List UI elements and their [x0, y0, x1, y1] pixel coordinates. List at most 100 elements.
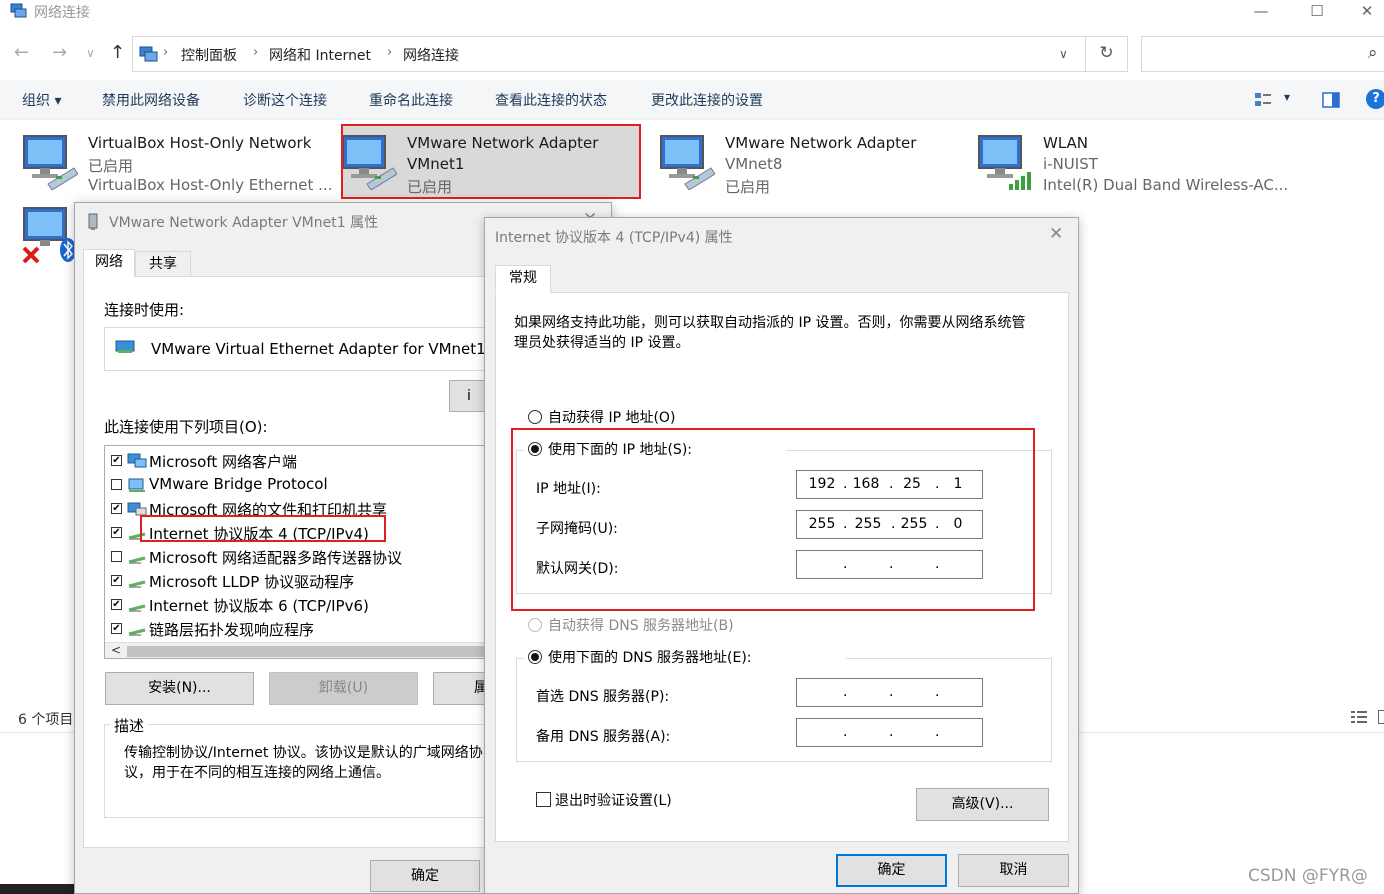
auto-dns-label[interactable]: 自动获得 DNS 服务器地址(B): [548, 615, 734, 635]
help-button[interactable]: ?: [1366, 89, 1384, 109]
network-adapter-icon: [660, 135, 715, 190]
list-item-label: 链路层拓扑发现响应程序: [149, 621, 315, 639]
title-bar: 网络连接 — ☐ ✕: [0, 0, 1384, 24]
ok-button[interactable]: 确定: [370, 860, 480, 892]
ip-dot: .: [935, 684, 940, 700]
minimize-button[interactable]: —: [1238, 0, 1284, 24]
taskbar-fragment: [0, 884, 76, 894]
organize-menu[interactable]: 组织 ▾: [22, 90, 61, 110]
connection-virtualbox[interactable]: VirtualBox Host-Only Network 已启用 Virtual…: [22, 126, 332, 200]
connection-status: VMnet8: [725, 155, 783, 173]
ok-button-label: 确定: [411, 868, 439, 884]
validate-checkbox[interactable]: [536, 792, 551, 807]
uninstall-button[interactable]: 卸载(U): [269, 672, 418, 705]
auto-ip-radio[interactable]: [528, 410, 542, 424]
connection-device: 已启用: [725, 178, 771, 196]
details-view-icon[interactable]: [1350, 710, 1368, 724]
dialog-close-button[interactable]: ✕: [1049, 224, 1063, 244]
adapter-icon: [88, 213, 98, 230]
help-icon: ?: [1372, 91, 1380, 106]
install-button[interactable]: 安装(N)...: [105, 672, 254, 705]
forward-button[interactable]: →: [52, 42, 67, 63]
window-title: 网络连接: [34, 5, 90, 21]
preferred-dns-input[interactable]: . . .: [796, 678, 983, 707]
scrollbar-thumb[interactable]: [127, 646, 497, 657]
validate-label[interactable]: 退出时验证设置(L): [555, 790, 672, 810]
horizontal-scrollbar[interactable]: <: [105, 642, 523, 658]
bluetooth-adapter-icon[interactable]: [22, 204, 78, 266]
auto-ip-label[interactable]: 自动获得 IP 地址(O): [548, 407, 675, 427]
breadcrumb-separator: ›: [163, 45, 169, 60]
cancel-button[interactable]: 取消: [958, 854, 1069, 887]
checkbox[interactable]: [111, 551, 122, 562]
checkbox[interactable]: ✔: [111, 575, 122, 586]
protocol-icon: [128, 580, 146, 588]
dialog-title: VMware Network Adapter VMnet1 属性: [109, 215, 379, 231]
address-dropdown-button[interactable]: ∨: [1059, 47, 1068, 61]
adapter-name: VMware Virtual Ethernet Adapter for VMne…: [151, 340, 486, 358]
connection-name: VirtualBox Host-Only Network: [88, 134, 312, 152]
search-input[interactable]: ⌕: [1141, 36, 1384, 72]
connection-device: VirtualBox Host-Only Ethernet ...: [88, 176, 333, 194]
ok-button[interactable]: 确定: [836, 854, 947, 887]
dialog-title: Internet 协议版本 4 (TCP/IPv4) 属性: [495, 230, 733, 246]
connection-wlan[interactable]: WLAN i-NUIST Intel(R) Dual Band Wireless…: [977, 126, 1307, 200]
description-label: 描述: [110, 715, 149, 736]
advanced-button-label: 高级(V)...: [951, 796, 1014, 812]
change-settings-button[interactable]: 更改此连接的设置: [651, 90, 763, 110]
checkbox[interactable]: ✔: [111, 503, 122, 514]
checkbox[interactable]: ✔: [111, 455, 122, 466]
tab-network[interactable]: 网络: [83, 249, 135, 277]
manual-dns-label[interactable]: 使用下面的 DNS 服务器地址(E):: [548, 647, 752, 667]
breadcrumb-separator: ›: [387, 45, 393, 60]
auto-dns-radio[interactable]: [528, 618, 542, 632]
connection-status: i-NUIST: [1043, 155, 1098, 173]
preview-pane-icon[interactable]: [1322, 92, 1340, 108]
checkbox[interactable]: ✔: [111, 599, 122, 610]
disable-device-button[interactable]: 禁用此网络设备: [102, 90, 200, 110]
adapter-name-box: VMware Virtual Ethernet Adapter for VMne…: [104, 327, 524, 371]
refresh-button[interactable]: ↻: [1086, 36, 1128, 72]
connection-status: 已启用: [88, 157, 134, 175]
command-bar: 组织 ▾ 禁用此网络设备 诊断这个连接 重命名此连接 查看此连接的状态 更改此连…: [0, 80, 1384, 120]
connect-using-label: 连接时使用:: [104, 301, 185, 319]
tab-general[interactable]: 常规: [495, 265, 551, 293]
manual-dns-radio[interactable]: [528, 650, 542, 664]
up-button[interactable]: ↑: [110, 42, 125, 63]
diagnose-connection-button[interactable]: 诊断这个连接: [243, 90, 327, 110]
tab-sharing[interactable]: 共享: [135, 251, 191, 277]
rename-connection-button[interactable]: 重命名此连接: [369, 90, 453, 110]
configure-button-label: i: [467, 388, 471, 404]
view-options-button[interactable]: ▾: [1284, 90, 1290, 104]
protocol-icon: [128, 628, 146, 636]
list-item-label: Microsoft LLDP 协议驱动程序: [149, 573, 355, 591]
checkbox[interactable]: [111, 479, 122, 490]
search-icon: ⌕: [1368, 43, 1378, 63]
maximize-button[interactable]: ☐: [1294, 0, 1340, 24]
change-view-icon[interactable]: [1254, 91, 1272, 109]
large-icons-view-icon[interactable]: [1378, 710, 1384, 724]
connection-vmnet8[interactable]: VMware Network Adapter VMnet8 已启用: [659, 126, 959, 200]
alternate-dns-input[interactable]: . . .: [796, 718, 983, 747]
close-button[interactable]: ✕: [1350, 0, 1384, 24]
checkbox[interactable]: ✔: [111, 527, 122, 538]
list-item-label: Internet 协议版本 6 (TCP/IPv6): [149, 597, 369, 615]
protocol-list[interactable]: ✔ Microsoft 网络客户端 VMware Bridge Protocol…: [104, 445, 524, 659]
address-bar[interactable]: › 控制面板 › 网络和 Internet › 网络连接 ∨: [132, 36, 1086, 72]
breadcrumb-control-panel[interactable]: 控制面板: [181, 45, 237, 65]
ip-dot: .: [889, 724, 894, 740]
wireless-adapter-icon: [978, 135, 1031, 190]
refresh-icon: ↻: [1099, 43, 1114, 63]
connection-name: WLAN: [1043, 134, 1089, 152]
scroll-left-button[interactable]: <: [111, 643, 121, 657]
view-status-button[interactable]: 查看此连接的状态: [495, 90, 607, 110]
breadcrumb-network-connections[interactable]: 网络连接: [403, 45, 459, 65]
recent-locations-button[interactable]: ∨: [86, 46, 95, 60]
ip-dot: .: [935, 724, 940, 740]
advanced-button[interactable]: 高级(V)...: [916, 788, 1049, 821]
configure-button[interactable]: i: [449, 380, 489, 412]
back-button[interactable]: ←: [14, 42, 29, 63]
checkbox[interactable]: ✔: [111, 623, 122, 634]
uninstall-button-label: 卸载(U): [318, 680, 369, 696]
breadcrumb-network-internet[interactable]: 网络和 Internet: [269, 45, 371, 65]
